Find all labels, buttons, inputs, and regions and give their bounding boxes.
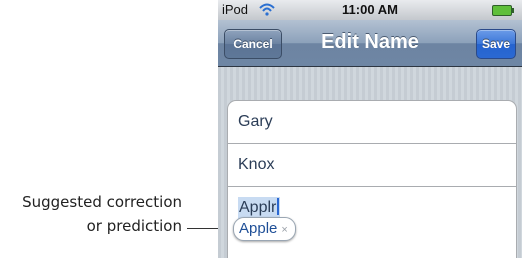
typed-text: Applr (239, 199, 277, 216)
callout-line-1: Suggested correction (22, 193, 182, 211)
last-name-field[interactable]: Knox (228, 144, 516, 187)
last-name-value: Knox (238, 156, 275, 173)
status-bar: iPod 11:00 AM (218, 0, 522, 20)
autocorrect-suggestion-bubble[interactable]: Apple × (233, 217, 296, 241)
battery-charging-icon (492, 5, 514, 16)
first-name-value: Gary (238, 113, 273, 130)
save-button[interactable]: Save (476, 29, 516, 59)
suggestion-text: Apple (239, 220, 278, 237)
page: Suggested correction or prediction iPod … (0, 0, 522, 258)
status-time: 11:00 AM (342, 2, 398, 17)
text-caret (277, 198, 280, 215)
first-name-field[interactable]: Gary (228, 101, 516, 144)
navigation-bar: Cancel Edit Name Save (218, 20, 522, 67)
dismiss-suggestion-icon[interactable]: × (281, 224, 287, 236)
callout-label: Suggested correction or prediction (0, 190, 182, 238)
callout-line-2: or prediction (86, 217, 182, 235)
